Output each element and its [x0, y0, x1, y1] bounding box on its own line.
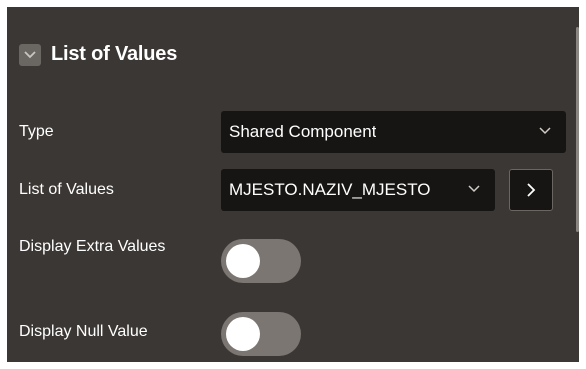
scrollbar[interactable]: [576, 27, 579, 232]
property-panel: List of Values Type Shared Component Lis…: [7, 7, 579, 362]
toggle-knob: [226, 317, 260, 351]
display-extra-values-toggle[interactable]: [221, 239, 301, 283]
list-of-values-label: List of Values: [19, 181, 114, 198]
type-label: Type: [19, 123, 54, 140]
section-title: List of Values: [51, 43, 178, 65]
display-null-value-toggle[interactable]: [221, 312, 301, 356]
chevron-down-icon: [539, 127, 551, 135]
list-of-values-select-value: MJESTO.NAZIV_MJESTO: [229, 180, 431, 199]
toggle-knob: [226, 244, 260, 278]
chevron-right-icon: [527, 183, 536, 197]
type-select[interactable]: Shared Component: [221, 111, 566, 153]
list-of-values-select[interactable]: MJESTO.NAZIV_MJESTO: [221, 169, 495, 211]
list-of-values-section-header[interactable]: List of Values: [19, 43, 177, 66]
go-to-list-of-values-button[interactable]: [509, 169, 553, 211]
display-extra-values-label: Display Extra Values: [19, 238, 166, 255]
type-select-value: Shared Component: [229, 122, 377, 141]
display-null-value-label: Display Null Value: [19, 323, 148, 340]
chevron-down-icon: [468, 185, 480, 193]
chevron-down-icon[interactable]: [19, 43, 41, 66]
